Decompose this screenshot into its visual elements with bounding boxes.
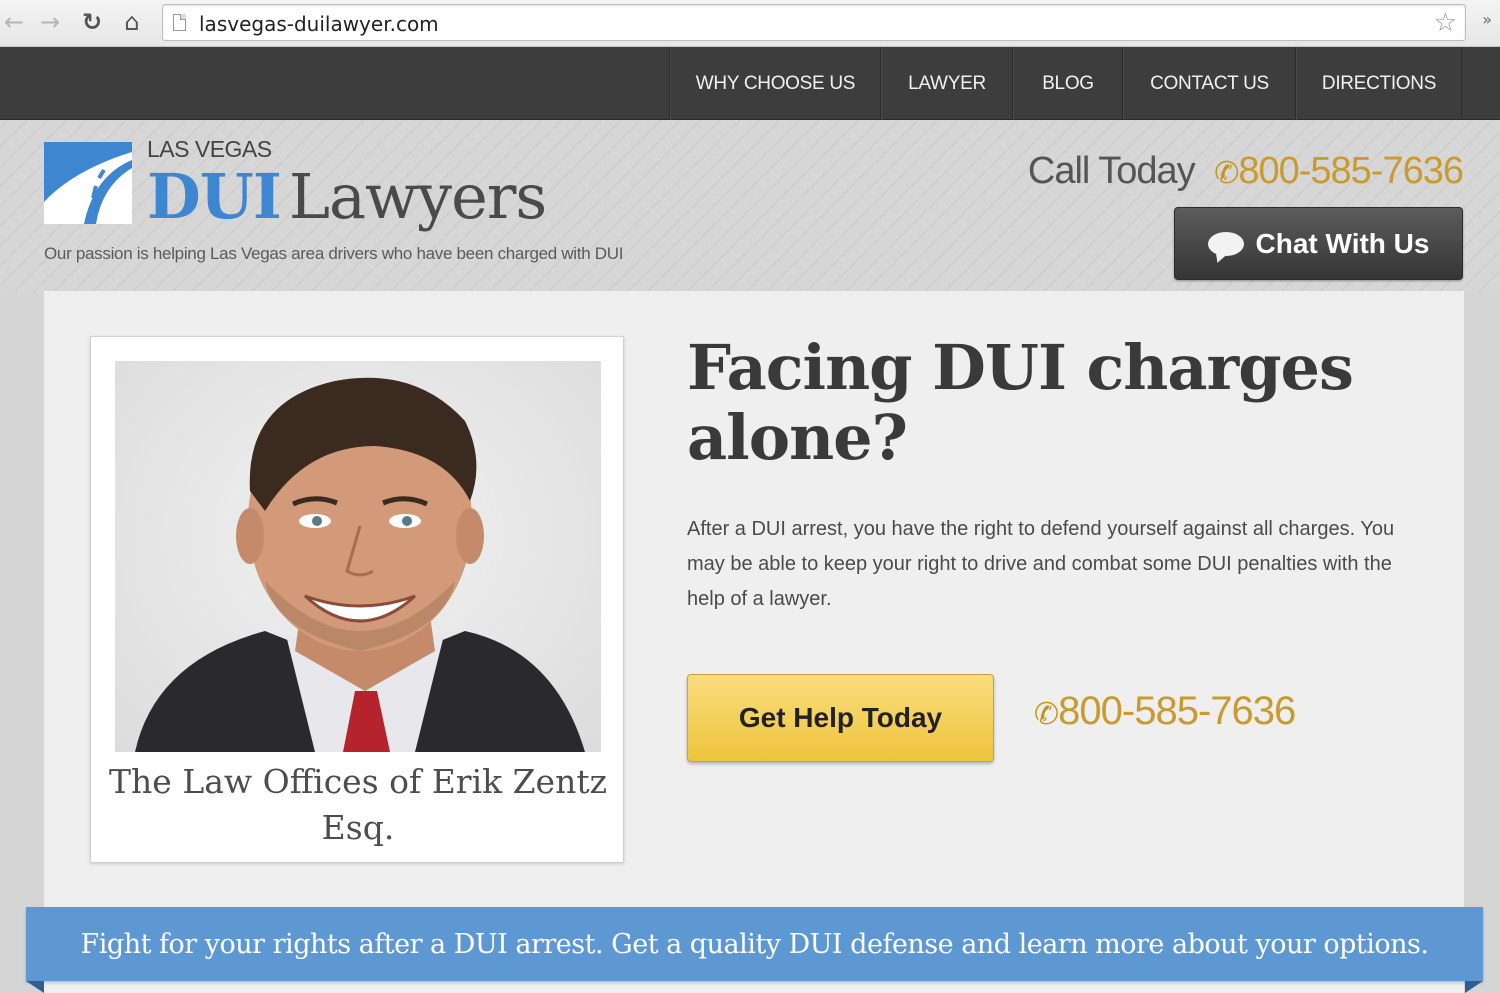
extensions-chevron-icon[interactable]: »: [1482, 10, 1492, 29]
logo-subtitle[interactable]: LAS VEGAS: [147, 136, 272, 163]
chat-button-label: Chat With Us: [1255, 227, 1430, 259]
call-label: Call Today: [1027, 150, 1196, 192]
nav-blog[interactable]: BLOG: [1013, 47, 1123, 120]
hero-intro: After a DUI arrest, you have the right t…: [687, 518, 1395, 610]
phone-icon: ✆: [1034, 697, 1059, 732]
attorney-card: The Law Offices of Erik Zentz Esq.: [90, 336, 624, 863]
get-help-button[interactable]: Get Help Today: [687, 674, 994, 762]
site-tagline: Our passion is helping Las Vegas area dr…: [44, 244, 624, 263]
browser-toolbar: ← → ↻ ⌂ lasvegas-duilawyer.com ☆ »: [0, 0, 1500, 47]
site-header: LAS VEGAS DUI Lawyers Our passion is help…: [0, 120, 1500, 292]
banner-fold-left: [26, 981, 44, 993]
bookmark-star-icon[interactable]: ☆: [1434, 8, 1457, 38]
road-logo-icon[interactable]: [44, 142, 132, 224]
url-text[interactable]: lasvegas-duilawyer.com: [199, 12, 439, 36]
attorney-portrait-image: [135, 377, 585, 752]
chat-bubble-icon: [1207, 231, 1244, 256]
forward-arrow-icon[interactable]: →: [36, 8, 64, 36]
hero-phone-number: 800-585-7636: [1058, 689, 1296, 733]
attorney-caption: The Law Offices of Erik Zentz Esq.: [109, 762, 607, 847]
chat-button[interactable]: Chat With Us: [1174, 207, 1463, 280]
home-icon[interactable]: ⌂: [118, 8, 146, 36]
attorney-photo: [115, 361, 601, 752]
phone-icon: ✆: [1214, 156, 1239, 191]
logo-title[interactable]: DUI Lawyers: [147, 160, 547, 233]
reload-icon[interactable]: ↻: [78, 8, 106, 36]
nav-menu: WHY CHOOSE US LAWYER BLOG CONTACT US DIR…: [669, 47, 1462, 120]
promo-banner: Fight for your rights after a DUI arrest…: [26, 907, 1483, 981]
nav-contact-us[interactable]: CONTACT US: [1123, 47, 1296, 120]
nav-lawyer[interactable]: LAWYER: [881, 47, 1013, 120]
hero-panel: The Law Offices of Erik Zentz Esq. Facin…: [44, 291, 1464, 993]
logo-dui: DUI: [147, 160, 282, 233]
back-arrow-icon[interactable]: ←: [0, 8, 28, 36]
hero-headline: Facing DUI charges alone?: [687, 331, 1354, 474]
call-today: Call Today ✆800-585-7636: [1027, 150, 1464, 193]
banner-fold-right: [1465, 981, 1483, 993]
page-icon: [173, 14, 186, 31]
logo-lawyers: Lawyers: [288, 160, 547, 233]
nav-why-choose-us[interactable]: WHY CHOOSE US: [670, 47, 881, 120]
nav-directions[interactable]: DIRECTIONS: [1296, 47, 1462, 120]
address-bar[interactable]: lasvegas-duilawyer.com ☆: [162, 4, 1466, 41]
header-phone-link[interactable]: 800-585-7636: [1238, 150, 1464, 192]
hero-phone[interactable]: ✆800-585-7636: [1034, 689, 1296, 734]
site-nav: WHY CHOOSE US LAWYER BLOG CONTACT US DIR…: [0, 47, 1500, 120]
